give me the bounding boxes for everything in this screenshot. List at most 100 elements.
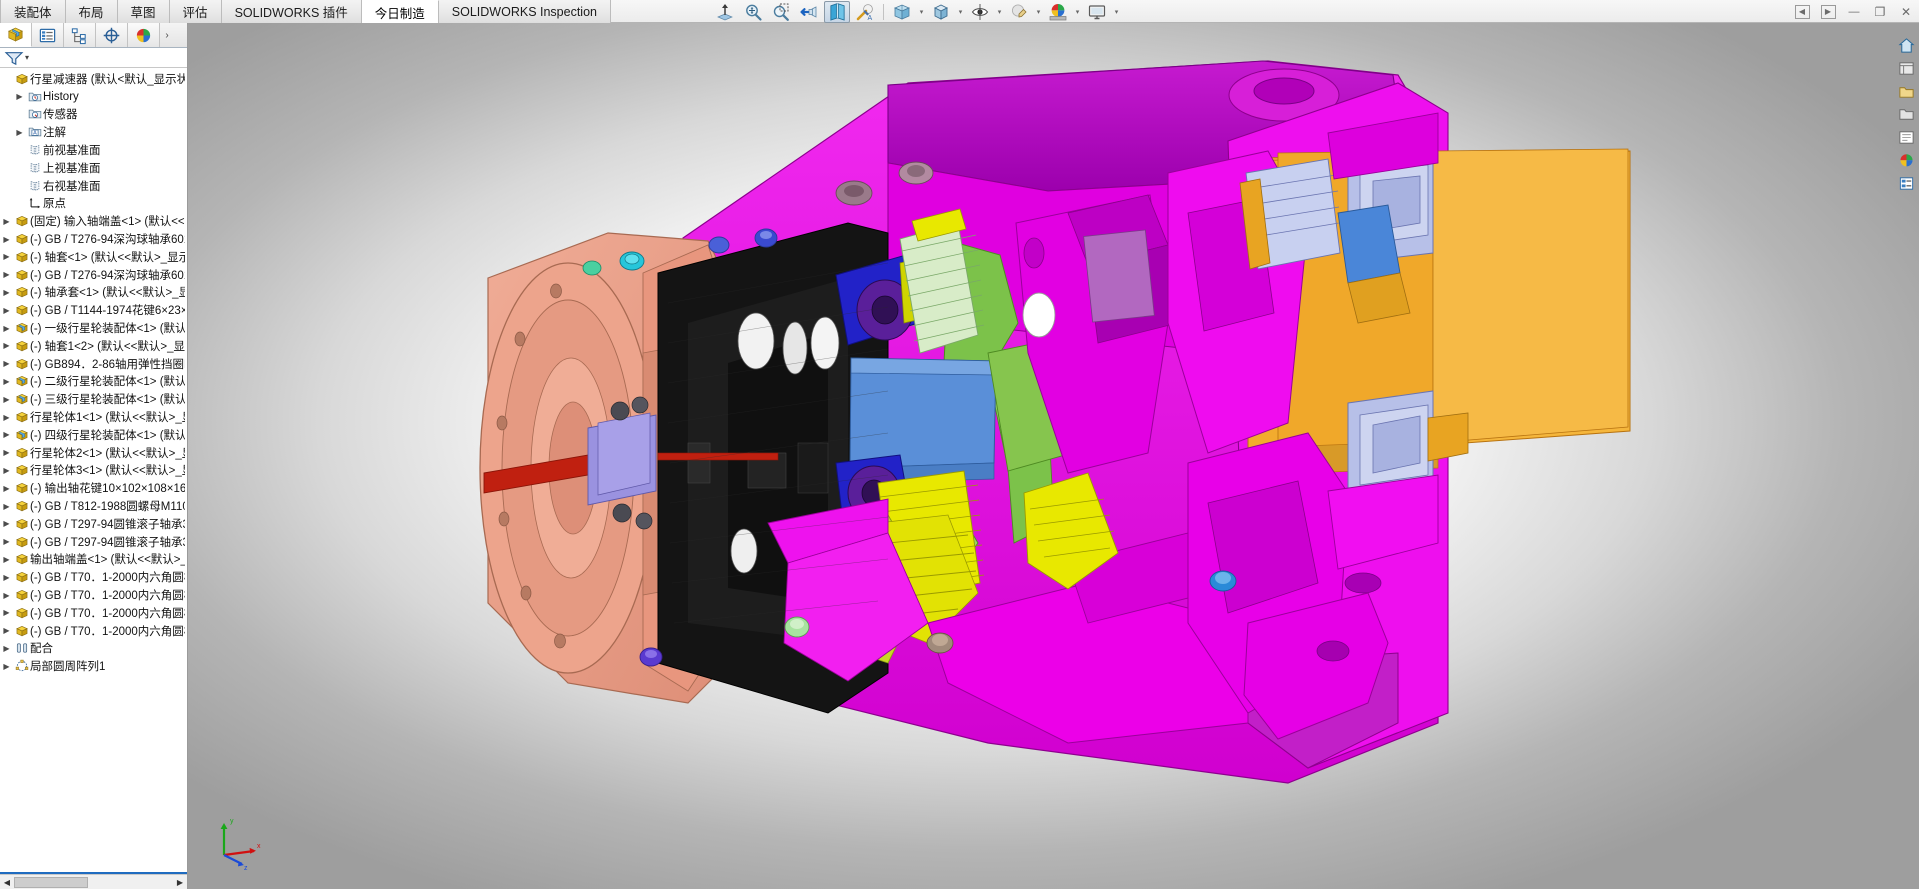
tree-item[interactable]: ▶ (-) 三级行星轮装配体<1> (默认< [0, 390, 187, 408]
zoom-to-fit-icon[interactable] [740, 1, 766, 23]
tree-expand-arrow-icon[interactable]: ▶ [0, 306, 13, 315]
tree-item[interactable]: ▶ (-) 轴套<1> (默认<<默认>_显示 [0, 248, 187, 266]
tab-solidworks-addins[interactable]: SOLIDWORKS 插件 [221, 0, 362, 23]
tree-item[interactable]: 前视基准面 [0, 141, 187, 159]
tab-mbd[interactable]: 今日制造 [361, 0, 439, 23]
tab-dimxpert-manager[interactable] [96, 23, 128, 47]
tree-expand-arrow-icon[interactable]: ▶ [0, 626, 13, 635]
tree-item[interactable]: ▶ 行星轮体1<1> (默认<<默认>_显 [0, 408, 187, 426]
tree-expand-arrow-icon[interactable]: ▶ [0, 466, 13, 475]
tree-item[interactable]: ▶ (-) GB / T1144-1974花键6×23× [0, 301, 187, 319]
view-orientation-icon[interactable]: A [852, 1, 878, 23]
tree-item[interactable]: ▶ 配合 [0, 640, 187, 658]
tree-item[interactable]: 右视基准面 [0, 177, 187, 195]
tree-expand-arrow-icon[interactable]: ▶ [0, 502, 13, 511]
section-view-icon[interactable] [824, 0, 850, 23]
hide-show-items-caret-icon[interactable]: ▾ [995, 1, 1004, 23]
view-home-icon[interactable] [1896, 35, 1918, 56]
display-style-caret-icon[interactable]: ▾ [956, 1, 965, 23]
view-file-explorer-icon[interactable] [1896, 104, 1918, 125]
tree-expand-arrow-icon[interactable]: ▶ [13, 92, 26, 101]
feature-tree[interactable]: 行星减速器 (默认<默认_显示状 ▶ History 传感器 ▶ A 注解 前视基准面 上视基准… [0, 68, 187, 874]
tree-horizontal-scrollbar[interactable]: ◀ ▶ [0, 874, 187, 889]
tree-item[interactable]: ▶ 行星轮体3<1> (默认<<默认>_显 [0, 462, 187, 480]
tree-expand-arrow-icon[interactable]: ▶ [0, 324, 13, 333]
tab-property-manager[interactable] [32, 23, 64, 47]
tree-item[interactable]: ▶ (-) GB / T276-94深沟球轴承6012 [0, 230, 187, 248]
tree-item[interactable]: ▶ (-) GB / T70．1-2000内六角圆柱 [0, 622, 187, 640]
previous-view-icon[interactable] [796, 1, 822, 23]
edit-appearance-caret-icon[interactable]: ▾ [1034, 1, 1043, 23]
view-appearances-icon[interactable] [1896, 58, 1918, 79]
tree-expand-arrow-icon[interactable]: ▶ [0, 235, 13, 244]
scroll-thumb[interactable] [14, 877, 88, 888]
tree-expand-arrow-icon[interactable]: ▶ [0, 341, 13, 350]
tree-expand-arrow-icon[interactable]: ▶ [0, 537, 13, 546]
tab-assembly[interactable]: 装配体 [0, 0, 66, 23]
tab-sketch[interactable]: 草图 [117, 0, 170, 23]
minimize-button[interactable]: — [1845, 4, 1863, 20]
scroll-left-arrow-icon[interactable]: ◀ [0, 875, 14, 889]
apply-scene-icon[interactable] [1045, 1, 1071, 23]
tree-expand-arrow-icon[interactable]: ▶ [0, 608, 13, 617]
restore-left-button[interactable]: ◀ [1793, 4, 1811, 20]
tree-expand-arrow-icon[interactable]: ▶ [0, 662, 13, 671]
tree-expand-arrow-icon[interactable]: ▶ [0, 359, 13, 368]
tab-configuration-manager[interactable] [64, 23, 96, 47]
tree-item[interactable]: ▶ (-) GB / T297-94圆锥滚子轴承30 [0, 515, 187, 533]
tree-item[interactable]: ▶ (固定) 输入轴端盖<1> (默认<<默 [0, 212, 187, 230]
scroll-right-arrow-icon[interactable]: ▶ [173, 875, 187, 889]
tab-layout[interactable]: 布局 [65, 0, 118, 23]
view-settings-caret-icon[interactable]: ▾ [1112, 1, 1121, 23]
tree-expand-arrow-icon[interactable]: ▶ [13, 128, 26, 137]
tree-item[interactable]: ▶ (-) 轴承套<1> (默认<<默认>_显 [0, 284, 187, 302]
view-orientation-cube-icon[interactable] [889, 1, 915, 23]
tree-item[interactable]: ▶ (-) GB / T297-94圆锥滚子轴承32 [0, 533, 187, 551]
tree-expand-arrow-icon[interactable]: ▶ [0, 413, 13, 422]
measure-icon[interactable] [712, 1, 738, 23]
tree-item[interactable]: ▶ (-) 一级行星轮装配体<1> (默认< [0, 319, 187, 337]
tree-expand-arrow-icon[interactable]: ▶ [0, 591, 13, 600]
hide-show-items-icon[interactable] [967, 1, 993, 23]
tree-expand-arrow-icon[interactable]: ▶ [0, 377, 13, 386]
tree-item[interactable]: ▶ (-) 轴套1<2> (默认<<默认>_显示 [0, 337, 187, 355]
tree-item[interactable]: ▶ 行星轮体2<1> (默认<<默认>_显 [0, 444, 187, 462]
tree-item[interactable]: ▶ 输出轴端盖<1> (默认<<默认>_显 [0, 551, 187, 569]
tree-expand-arrow-icon[interactable]: ▶ [0, 252, 13, 261]
tree-item[interactable]: 原点 [0, 195, 187, 213]
view-appearance-palette-icon[interactable] [1896, 150, 1918, 171]
tree-item[interactable]: ▶ (-) 输出轴花键10×102×108×16× [0, 479, 187, 497]
tab-solidworks-inspection[interactable]: SOLIDWORKS Inspection [438, 0, 611, 23]
tree-expand-arrow-icon[interactable]: ▶ [0, 573, 13, 582]
view-orientation-caret-icon[interactable]: ▾ [917, 1, 926, 23]
tree-expand-arrow-icon[interactable]: ▶ [0, 395, 13, 404]
feature-tree-filter[interactable]: ▾ [0, 48, 187, 68]
tree-item[interactable]: ▶ (-) GB894．2-86轴用弹性挡圈B型 [0, 355, 187, 373]
close-button[interactable]: ✕ [1897, 4, 1915, 20]
view-search-icon[interactable] [1896, 127, 1918, 148]
tree-item[interactable]: 传感器 [0, 106, 187, 124]
restore-button[interactable]: ❐ [1871, 4, 1889, 20]
tab-feature-manager-design-tree[interactable] [0, 23, 32, 47]
panel-tabs-overflow-button[interactable]: › [160, 23, 174, 47]
tree-expand-arrow-icon[interactable]: ▶ [0, 448, 13, 457]
tree-item[interactable]: ▶ A 注解 [0, 123, 187, 141]
restore-right-button[interactable]: ▶ [1819, 4, 1837, 20]
tree-expand-arrow-icon[interactable]: ▶ [0, 555, 13, 564]
tree-expand-arrow-icon[interactable]: ▶ [0, 217, 13, 226]
filter-caret-icon[interactable]: ▾ [25, 53, 29, 62]
tree-item[interactable]: ▶ (-) GB / T812-1988圆螺母M110 [0, 497, 187, 515]
tree-expand-arrow-icon[interactable]: ▶ [0, 644, 13, 653]
tree-expand-arrow-icon[interactable]: ▶ [0, 270, 13, 279]
tree-item[interactable]: ▶ (-) 四级行星轮装配体<1> (默认< [0, 426, 187, 444]
view-settings-icon[interactable] [1084, 1, 1110, 23]
tab-evaluate[interactable]: 评估 [169, 0, 222, 23]
display-style-icon[interactable] [928, 1, 954, 23]
zoom-to-area-icon[interactable] [768, 1, 794, 23]
tree-item[interactable]: ▶ History [0, 88, 187, 106]
tree-item[interactable]: ▶ (-) GB / T70．1-2000内六角圆柱 [0, 586, 187, 604]
tree-expand-arrow-icon[interactable]: ▶ [0, 430, 13, 439]
tree-expand-arrow-icon[interactable]: ▶ [0, 519, 13, 528]
tree-item[interactable]: ▶ (-) GB / T70．1-2000内六角圆柱 [0, 568, 187, 586]
tree-item[interactable]: ▶ (-) GB / T276-94深沟球轴承6012 [0, 266, 187, 284]
